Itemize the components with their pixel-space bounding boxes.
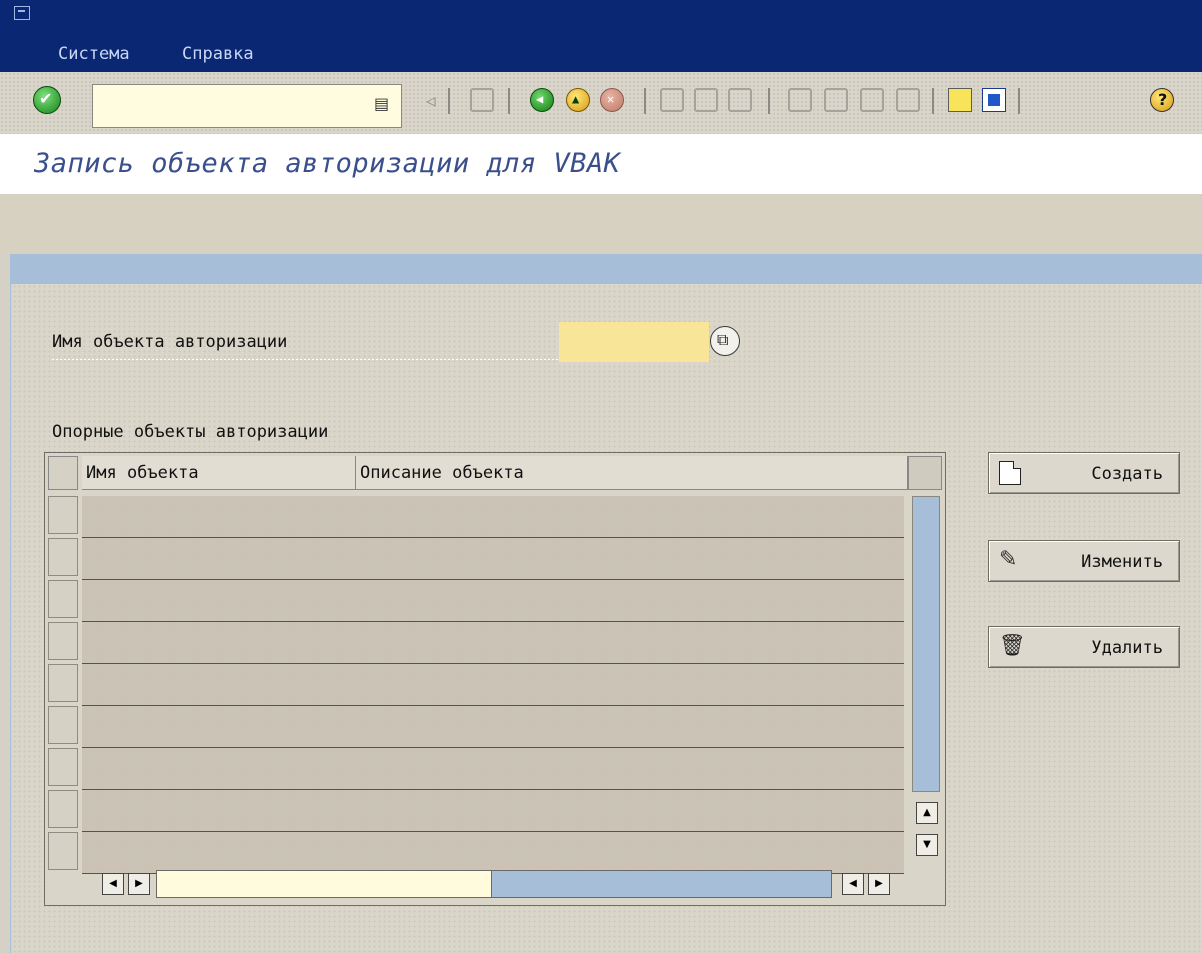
create-button-label: Создать [1091, 464, 1163, 484]
cancel-icon[interactable] [600, 88, 624, 112]
row-selector[interactable] [48, 832, 78, 870]
scroll-up-icon[interactable]: ▲ [916, 802, 938, 824]
table-row[interactable] [82, 832, 904, 874]
title-bar: Система Справка [0, 0, 1202, 72]
toolbar-separator [644, 88, 646, 114]
exit-icon[interactable] [566, 88, 590, 112]
new-session-icon[interactable] [948, 88, 972, 112]
screen-title: Запись объекта авторизации для VBAK [34, 148, 621, 179]
table-row[interactable] [82, 790, 904, 832]
row-selector[interactable] [48, 538, 78, 576]
change-button-label: Изменить [1081, 552, 1163, 572]
system-menu-icon[interactable] [14, 6, 30, 20]
row-selector[interactable] [48, 748, 78, 786]
find-icon[interactable] [694, 88, 718, 112]
command-history-icon[interactable]: ▤ [374, 94, 389, 113]
scroll-right-icon[interactable]: ▶ [868, 873, 890, 895]
delete-button-label: Удалить [1091, 638, 1163, 658]
frame-left-border [0, 254, 11, 953]
table-row[interactable] [82, 580, 904, 622]
row-selector[interactable] [48, 580, 78, 618]
next-page-icon[interactable] [860, 88, 884, 112]
column-header-object-description[interactable]: Описание объекта [356, 456, 908, 490]
menu-help[interactable]: Справка [182, 44, 254, 64]
application-toolbar [0, 194, 1202, 254]
row-selector[interactable] [48, 706, 78, 744]
toolbar-separator [1018, 88, 1020, 114]
row-selector[interactable] [48, 496, 78, 534]
first-page-icon[interactable] [788, 88, 812, 112]
trash-icon [999, 633, 1026, 659]
shortcut-icon[interactable] [982, 88, 1006, 112]
change-button[interactable]: Изменить [988, 540, 1180, 582]
value-help-icon[interactable] [710, 326, 740, 356]
auth-object-label: Имя объекта авторизации [52, 332, 288, 352]
menu-system[interactable]: Система [58, 44, 130, 64]
table-row[interactable] [82, 664, 904, 706]
create-icon [999, 461, 1021, 485]
sap-window: Система Справка ▤ ◁ Запись объекта автор… [0, 0, 1202, 953]
reference-objects-label: Опорные объекты авторизации [52, 422, 329, 442]
select-all-button[interactable] [48, 456, 78, 490]
auth-object-input[interactable] [559, 322, 709, 362]
create-button[interactable]: Создать [988, 452, 1180, 494]
column-config-button[interactable] [908, 456, 942, 490]
enter-icon[interactable] [33, 86, 61, 114]
print-icon[interactable] [660, 88, 684, 112]
save-icon[interactable] [470, 88, 494, 112]
command-input[interactable] [93, 85, 357, 127]
previous-page-icon[interactable] [824, 88, 848, 112]
horizontal-scroll-thumb[interactable] [156, 870, 492, 898]
back-icon[interactable] [530, 88, 554, 112]
last-page-icon[interactable] [896, 88, 920, 112]
table-row[interactable] [82, 748, 904, 790]
scroll-right-icon[interactable]: ▶ [128, 873, 150, 895]
scroll-left-icon[interactable]: ◀ [102, 873, 124, 895]
scroll-down-icon[interactable]: ▼ [916, 834, 938, 856]
command-field[interactable] [92, 84, 402, 128]
scroll-left-icon[interactable]: ◁ [426, 91, 440, 115]
toolbar-separator [768, 88, 770, 114]
row-selector[interactable] [48, 790, 78, 828]
table-row[interactable] [82, 706, 904, 748]
find-next-icon[interactable] [728, 88, 752, 112]
pencil-icon [999, 547, 1021, 573]
toolbar-separator [448, 88, 450, 114]
help-icon[interactable] [1150, 88, 1174, 112]
vertical-scrollbar[interactable] [912, 496, 940, 792]
table-row[interactable] [82, 538, 904, 580]
row-selector[interactable] [48, 622, 78, 660]
table-row[interactable] [82, 496, 904, 538]
column-header-object-name[interactable]: Имя объекта [82, 456, 356, 490]
table-row[interactable] [82, 622, 904, 664]
row-selector[interactable] [48, 664, 78, 702]
frame-top-band [10, 254, 1202, 284]
delete-button[interactable]: Удалить [988, 626, 1180, 668]
toolbar-separator [508, 88, 510, 114]
scroll-left-icon[interactable]: ◀ [842, 873, 864, 895]
toolbar-separator [932, 88, 934, 114]
label-underline [52, 359, 558, 360]
